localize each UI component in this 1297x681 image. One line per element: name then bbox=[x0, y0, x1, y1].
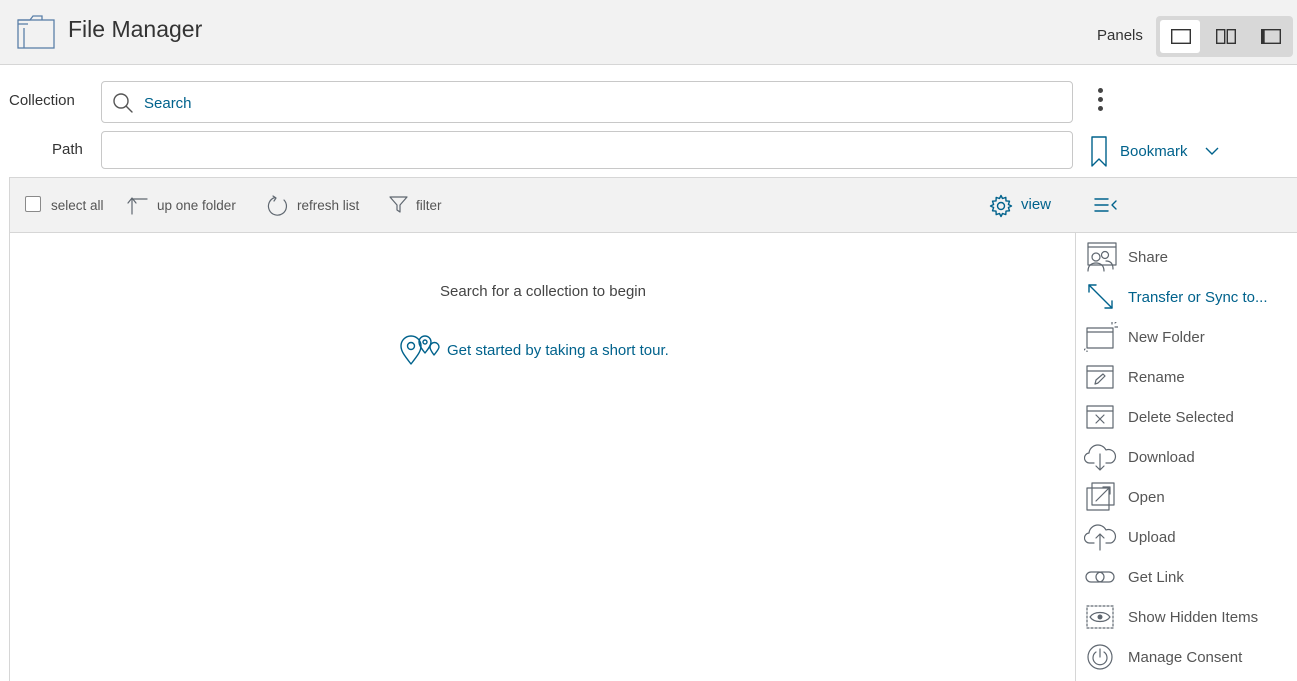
delete-icon bbox=[1086, 405, 1114, 429]
transfer-icon bbox=[1088, 284, 1113, 309]
new-folder-icon bbox=[1084, 322, 1118, 352]
action-open[interactable]: Open bbox=[1076, 477, 1297, 517]
single-panel-button[interactable] bbox=[1160, 20, 1200, 53]
action-delete-selected[interactable]: Delete Selected bbox=[1076, 397, 1297, 437]
path-input[interactable] bbox=[112, 140, 1056, 162]
select-all-checkbox[interactable] bbox=[25, 196, 41, 212]
action-list: Share Transfer or Sync to... New Folder bbox=[1076, 237, 1297, 677]
action-transfer[interactable]: Transfer or Sync to... bbox=[1076, 277, 1297, 317]
action-rename[interactable]: Rename bbox=[1076, 357, 1297, 397]
action-label: New Folder bbox=[1128, 329, 1205, 346]
right-panel-icon bbox=[1261, 29, 1281, 44]
action-label: Open bbox=[1128, 489, 1165, 506]
select-all-label: select all bbox=[51, 198, 104, 213]
filter-label: filter bbox=[416, 198, 442, 213]
search-icon bbox=[113, 93, 133, 113]
search-input[interactable] bbox=[142, 92, 1046, 114]
collection-label: Collection bbox=[9, 92, 75, 109]
up-folder-icon bbox=[127, 197, 148, 215]
action-label: Rename bbox=[1128, 369, 1185, 386]
action-share[interactable]: Share bbox=[1076, 237, 1297, 277]
action-label: Transfer or Sync to... bbox=[1128, 289, 1268, 306]
collapse-menu-icon bbox=[1094, 198, 1117, 212]
file-list-panel: select all up one folder refresh list fi… bbox=[9, 177, 1076, 681]
panels-label: Panels bbox=[1097, 27, 1143, 44]
up-one-folder-label: up one folder bbox=[157, 198, 236, 213]
gear-icon bbox=[989, 194, 1013, 218]
kebab-dot-icon bbox=[1097, 106, 1103, 111]
action-panel: Share Transfer or Sync to... New Folder bbox=[1076, 177, 1297, 681]
chevron-down-icon bbox=[1205, 147, 1219, 155]
action-label: Download bbox=[1128, 449, 1195, 466]
empty-state-message: Search for a collection to begin bbox=[440, 283, 646, 300]
tour-link-label: Get started by taking a short tour. bbox=[447, 342, 669, 359]
action-label: Delete Selected bbox=[1128, 409, 1234, 426]
action-download[interactable]: Download bbox=[1076, 437, 1297, 477]
up-one-folder-button[interactable]: up one folder bbox=[127, 195, 252, 217]
select-all-button[interactable]: select all bbox=[25, 195, 125, 217]
single-panel-icon bbox=[1171, 29, 1191, 44]
action-upload[interactable]: Upload bbox=[1076, 517, 1297, 557]
file-toolbar: select all up one folder refresh list fi… bbox=[10, 177, 1076, 233]
bookmark-label: Bookmark bbox=[1120, 143, 1188, 160]
share-icon bbox=[1087, 242, 1117, 272]
power-icon bbox=[1087, 644, 1113, 670]
panel-selector bbox=[1156, 16, 1293, 57]
action-new-folder[interactable]: New Folder bbox=[1076, 317, 1297, 357]
action-label: Get Link bbox=[1128, 569, 1184, 586]
action-show-hidden-items[interactable]: Show Hidden Items bbox=[1076, 597, 1297, 637]
refresh-list-label: refresh list bbox=[297, 198, 360, 213]
refresh-list-button[interactable]: refresh list bbox=[267, 195, 382, 217]
filter-icon bbox=[389, 196, 408, 213]
action-label: Show Hidden Items bbox=[1128, 609, 1259, 626]
upload-icon bbox=[1084, 524, 1117, 551]
more-options-button[interactable] bbox=[1092, 88, 1108, 116]
refresh-icon bbox=[267, 195, 288, 216]
link-icon bbox=[1085, 571, 1115, 583]
app-header: File Manager Panels bbox=[0, 0, 1297, 65]
collapse-panel-button[interactable] bbox=[1094, 197, 1118, 213]
folder-icon bbox=[16, 14, 56, 50]
double-panel-icon bbox=[1216, 29, 1236, 44]
path-field[interactable] bbox=[101, 131, 1073, 169]
view-label: view bbox=[1021, 196, 1052, 213]
kebab-dot-icon bbox=[1097, 88, 1103, 93]
action-get-link[interactable]: Get Link bbox=[1076, 557, 1297, 597]
action-manage-consent[interactable]: Manage Consent bbox=[1076, 637, 1297, 677]
map-pins-icon bbox=[400, 335, 440, 365]
open-icon bbox=[1086, 482, 1115, 511]
action-label: Manage Consent bbox=[1128, 649, 1243, 666]
kebab-dot-icon bbox=[1097, 97, 1103, 102]
action-label: Share bbox=[1128, 249, 1169, 266]
filter-button[interactable]: filter bbox=[389, 195, 459, 217]
bookmark-icon bbox=[1091, 136, 1107, 167]
double-panel-button[interactable] bbox=[1205, 20, 1245, 53]
download-icon bbox=[1084, 444, 1117, 471]
action-label: Upload bbox=[1128, 529, 1176, 546]
right-panel-button[interactable] bbox=[1250, 20, 1290, 53]
app-title: File Manager bbox=[68, 16, 203, 42]
eye-icon bbox=[1086, 605, 1114, 629]
rename-icon bbox=[1086, 365, 1114, 389]
collection-search-field[interactable] bbox=[101, 81, 1073, 123]
path-label: Path bbox=[52, 141, 83, 158]
action-panel-header bbox=[1076, 177, 1297, 233]
